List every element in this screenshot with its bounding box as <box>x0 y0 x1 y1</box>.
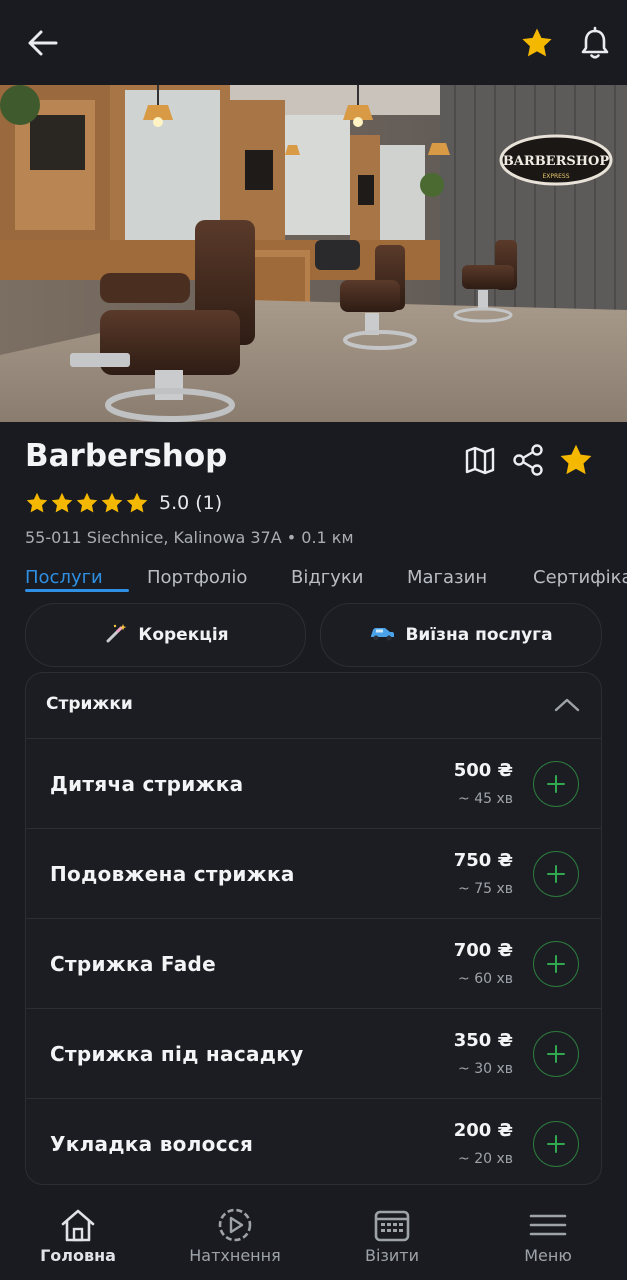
service-duration: ~ 45 хв <box>458 791 513 807</box>
add-service-button[interactable] <box>533 941 579 987</box>
service-name: Стрижка Fade <box>50 952 217 976</box>
magic-wand-icon <box>102 623 128 648</box>
notification-bell-icon[interactable] <box>578 26 612 62</box>
chip-mobile-service[interactable]: Виїзна послуга <box>320 603 602 667</box>
nav-inspiration-label: Натхнення <box>189 1246 281 1265</box>
nav-inspiration[interactable]: Натхнення <box>165 1188 305 1280</box>
nav-visits[interactable]: Візити <box>322 1188 462 1280</box>
plus-icon <box>547 1045 565 1063</box>
chip-correction-label: Корекція <box>138 625 229 645</box>
home-icon <box>58 1206 98 1244</box>
share-icon[interactable] <box>510 442 546 478</box>
add-service-button[interactable] <box>533 1121 579 1167</box>
nav-visits-label: Візити <box>364 1246 420 1265</box>
menu-icon <box>528 1206 568 1244</box>
sign-text: BARBERSHOP <box>503 154 610 169</box>
favorite-star-icon[interactable] <box>558 442 594 478</box>
service-price: 750 ₴ <box>453 850 513 871</box>
chevron-up-icon[interactable] <box>553 695 581 715</box>
category-label: Стрижки <box>46 694 133 714</box>
service-row[interactable]: Дитяча стрижка 500 ₴ ~ 45 хв <box>26 739 601 829</box>
service-row[interactable]: Стрижка під насадку 350 ₴ ~ 30 хв <box>26 1009 601 1099</box>
nav-home-label: Головна <box>40 1246 116 1265</box>
map-icon[interactable] <box>462 442 498 478</box>
service-duration: ~ 60 хв <box>458 971 513 987</box>
rating-value: 5.0 (1) <box>159 492 223 514</box>
plus-icon <box>547 1135 565 1153</box>
service-row[interactable]: Подовжена стрижка 750 ₴ ~ 75 хв <box>26 829 601 919</box>
tab-portfolio[interactable]: Портфоліо <box>147 567 247 588</box>
business-address[interactable]: 55-011 Siechnice, Kalinowa 37A • 0.1 км <box>25 528 354 547</box>
tab-bar: Послуги Портфоліо Відгуки Магазин Сертиф… <box>0 564 627 596</box>
service-name: Стрижка під насадку <box>50 1042 304 1066</box>
business-name: Barbershop <box>25 438 228 474</box>
star-icon <box>26 492 48 513</box>
service-name: Укладка волосся <box>50 1132 254 1156</box>
nav-menu-label: Меню <box>524 1246 572 1265</box>
tab-shop[interactable]: Магазин <box>407 567 487 588</box>
service-price: 200 ₴ <box>453 1120 513 1141</box>
star-icon <box>76 492 98 513</box>
service-row[interactable]: Стрижка Fade 700 ₴ ~ 60 хв <box>26 919 601 1009</box>
rating: 5.0 (1) <box>25 488 222 518</box>
nav-home[interactable]: Головна <box>8 1188 148 1280</box>
back-arrow-icon[interactable] <box>26 28 60 58</box>
service-name: Дитяча стрижка <box>50 772 244 796</box>
tab-reviews[interactable]: Відгуки <box>291 567 363 588</box>
favorite-star-icon[interactable] <box>520 26 554 60</box>
category-header[interactable]: Стрижки <box>26 673 601 739</box>
services-category-card: Стрижки Дитяча стрижка 500 ₴ ~ 45 хв Под… <box>25 672 602 1185</box>
sign-subtext: EXPRESS <box>542 173 569 180</box>
service-name: Подовжена стрижка <box>50 862 295 886</box>
plus-icon <box>547 955 565 973</box>
active-tab-indicator <box>25 589 129 592</box>
star-icon <box>51 492 73 513</box>
add-service-button[interactable] <box>533 761 579 807</box>
plus-icon <box>547 775 565 793</box>
service-row[interactable]: Укладка волосся 200 ₴ ~ 20 хв <box>26 1099 601 1184</box>
add-service-button[interactable] <box>533 1031 579 1077</box>
star-icon <box>101 492 123 513</box>
add-service-button[interactable] <box>533 851 579 897</box>
car-icon <box>369 623 395 648</box>
tab-certificates[interactable]: Сертифіка <box>533 567 627 588</box>
chip-correction[interactable]: Корекція <box>25 603 306 667</box>
plus-icon <box>547 865 565 883</box>
service-price: 700 ₴ <box>453 940 513 961</box>
bottom-navigation: Головна Натхнення Візити Меню <box>0 1188 627 1280</box>
service-price: 350 ₴ <box>453 1030 513 1051</box>
service-price: 500 ₴ <box>453 760 513 781</box>
rating-stars <box>25 491 149 515</box>
nav-menu[interactable]: Меню <box>478 1188 618 1280</box>
service-duration: ~ 30 хв <box>458 1061 513 1077</box>
service-duration: ~ 20 хв <box>458 1151 513 1167</box>
chip-mobile-service-label: Виїзна послуга <box>405 625 553 645</box>
service-duration: ~ 75 хв <box>458 881 513 897</box>
top-bar <box>0 0 627 85</box>
calendar-icon <box>372 1206 412 1244</box>
barbershop-photo: BARBERSHOP EXPRESS <box>0 85 627 422</box>
play-icon <box>215 1206 255 1244</box>
star-icon <box>126 492 148 513</box>
tab-services[interactable]: Послуги <box>25 567 103 588</box>
